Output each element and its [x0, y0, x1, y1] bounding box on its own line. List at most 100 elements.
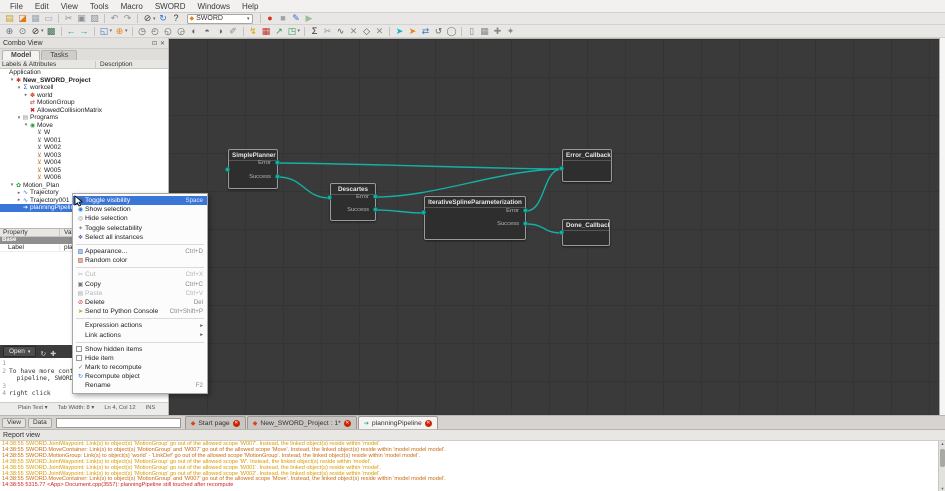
graph-node-descartes[interactable]: DescartesErrorSuccess [330, 183, 376, 221]
circle-icon[interactable]: ◯ [445, 26, 458, 37]
document-search-input[interactable] [56, 418, 181, 428]
tree-item-new_sword_project[interactable]: ▾✱New_SWORD_Project [0, 77, 168, 85]
tree-item-w005[interactable]: ⊻W005 [0, 167, 168, 175]
input-port[interactable] [421, 210, 426, 215]
checkbox-icon[interactable] [76, 355, 82, 361]
view-rear-icon[interactable]: ◐ [188, 26, 201, 37]
refresh-icon[interactable]: ↻ [157, 13, 170, 24]
context-menu-item-rename[interactable]: RenameF2 [73, 381, 207, 390]
macro-stop-icon[interactable]: ■ [277, 13, 290, 24]
editor-tabwidth-select[interactable]: Tab Width: 8 ▾ [58, 405, 95, 411]
tree-item-w003[interactable]: ⊻W003 [0, 152, 168, 160]
print-icon[interactable]: ▭ [42, 13, 55, 24]
menu-windows[interactable]: Windows [191, 1, 235, 12]
star-icon[interactable]: ✦ [504, 26, 517, 37]
fit-all-icon[interactable]: ⊕ [3, 26, 16, 37]
node-graph-viewport[interactable]: SimplePlannerErrorSuccess DescartesErrorS… [169, 38, 939, 415]
tree-item-w001[interactable]: ⊻W001 [0, 137, 168, 145]
nav-back-icon[interactable]: ← [65, 26, 78, 37]
context-menu-item-hide-item[interactable]: Hide item [73, 354, 207, 363]
menu-sword[interactable]: SWORD [149, 1, 192, 12]
bottom-tab-view[interactable]: View [2, 418, 26, 428]
tree-item-programs[interactable]: ▾▤Programs [0, 114, 168, 122]
editor-open-button[interactable]: Open ▾ [3, 346, 36, 357]
context-menu-item-toggle-visibility[interactable]: ◉Toggle visibilitySpace [73, 196, 207, 205]
context-menu-item-select-all-instances[interactable]: ❖Select all instances [73, 233, 207, 242]
graph-node-error_callback[interactable]: Error_Callback [562, 149, 612, 182]
chevron-down-icon[interactable]: ▾ [110, 28, 113, 34]
undo-icon[interactable]: ↶ [108, 13, 121, 24]
menu-edit[interactable]: Edit [29, 1, 55, 12]
view-bottom-icon[interactable]: ◓ [201, 26, 214, 37]
context-menu-item-hide-selection[interactable]: ◎Hide selection [73, 214, 207, 223]
mdi-tab-new-sword-project-1[interactable]: ◆New_SWORD_Project : 1*✕ [247, 416, 357, 429]
input-port[interactable] [327, 195, 332, 200]
output-port-error[interactable] [275, 160, 280, 165]
tree-item-workcell[interactable]: ▾Σworkcell [0, 84, 168, 92]
nav-forward-icon[interactable]: → [78, 26, 91, 37]
trim-icon[interactable]: ✂ [321, 26, 334, 37]
export-icon[interactable]: ↗ [273, 26, 286, 37]
context-menu-item-recompute-object[interactable]: ↻Recompute object [73, 372, 207, 381]
tab-tasks[interactable]: Tasks [41, 50, 77, 60]
output-port-success[interactable] [523, 221, 528, 226]
tab-model[interactable]: Model [2, 50, 40, 60]
measure-icon[interactable]: ✐ [227, 26, 240, 37]
macro-record-icon[interactable]: ● [264, 13, 277, 24]
menu-tools[interactable]: Tools [84, 1, 115, 12]
select-cursor-icon[interactable]: ➤ [393, 26, 406, 37]
graph-node-simpleplanner[interactable]: SimplePlannerErrorSuccess [228, 149, 278, 189]
context-menu-item-mark-to-recompute[interactable]: ✓Mark to recompute [73, 363, 207, 372]
settings-sync-icon[interactable]: ↺ [432, 26, 445, 37]
cut-icon[interactable]: ✂ [62, 13, 75, 24]
context-menu-item-link-actions[interactable]: Link actions▸ [73, 330, 207, 339]
document-icon[interactable]: ▯ [465, 26, 478, 37]
scroll-down-icon[interactable]: ▼ [939, 486, 945, 491]
view-top-icon[interactable]: ◵ [162, 26, 175, 37]
remove-icon[interactable]: ✕ [373, 26, 386, 37]
view-right-icon[interactable]: ◶ [175, 26, 188, 37]
tree-item-application[interactable]: Application [0, 69, 168, 77]
editor-mode-select[interactable]: Plain Text ▾ [18, 405, 48, 411]
chevron-down-icon[interactable]: ▾ [298, 28, 301, 34]
paste-icon[interactable]: ▨ [88, 13, 101, 24]
context-menu-item-send-to-python-console[interactable]: ➤Send to Python ConsoleCtrl+Shift+P [73, 307, 207, 316]
link-pointer-icon[interactable]: ➤ [406, 26, 419, 37]
menu-view[interactable]: View [55, 1, 84, 12]
input-port[interactable] [559, 230, 564, 235]
macro-play-icon[interactable]: ▶ [303, 13, 316, 24]
chevron-down-icon[interactable]: ▾ [41, 28, 44, 34]
menu-file[interactable]: File [4, 1, 29, 12]
curve-icon[interactable]: ∿ [334, 26, 347, 37]
bottom-tab-data[interactable]: Data [28, 418, 52, 428]
dock-close-icon[interactable]: ✕ [160, 40, 165, 47]
table-icon[interactable]: ▦ [260, 26, 273, 37]
grid-icon[interactable]: ▦ [478, 26, 491, 37]
context-menu-item-expression-actions[interactable]: Expression actions▸ [73, 321, 207, 330]
view-front-icon[interactable]: ◴ [149, 26, 162, 37]
whats-this-icon[interactable]: ? [170, 13, 183, 24]
context-menu-item-appearance[interactable]: ▧Appearance...Ctrl+D [73, 247, 207, 256]
tree-item-w006[interactable]: ⊻W006 [0, 174, 168, 182]
editor-add-icon[interactable]: ✚ [50, 351, 56, 358]
swap-icon[interactable]: ⇄ [419, 26, 432, 37]
context-menu-item-delete[interactable]: ⊘DeleteDel [73, 298, 207, 307]
view-isometric-icon[interactable]: ◷ [136, 26, 149, 37]
copy-icon[interactable]: ▣ [75, 13, 88, 24]
context-menu-item-show-selection[interactable]: ◉Show selection [73, 205, 207, 214]
tree-item-allowedcollisionmatrix[interactable]: ✖AllowedCollisionMatrix [0, 107, 168, 115]
tree-item-w002[interactable]: ⊻W002 [0, 144, 168, 152]
texture-icon[interactable]: ▩ [45, 26, 58, 37]
menu-macro[interactable]: Macro [115, 1, 149, 12]
save-icon[interactable]: ▦ [29, 13, 42, 24]
mdi-tab-start-page[interactable]: ◆Start page✕ [185, 416, 246, 429]
tree-item-w004[interactable]: ⊻W004 [0, 159, 168, 167]
sum-icon[interactable]: Σ [308, 26, 321, 37]
tree-item-world[interactable]: ▸✽world [0, 92, 168, 100]
simulate-icon[interactable]: ↯ [247, 26, 260, 37]
chevron-down-icon[interactable]: ▾ [153, 16, 156, 22]
context-menu-item-toggle-selectability[interactable]: ✦Toggle selectability [73, 224, 207, 233]
mdi-tab-planningpipeline[interactable]: ➔planningPipeline✕ [358, 416, 438, 429]
close-icon[interactable]: ✕ [344, 420, 351, 427]
checkbox-icon[interactable] [76, 346, 82, 352]
